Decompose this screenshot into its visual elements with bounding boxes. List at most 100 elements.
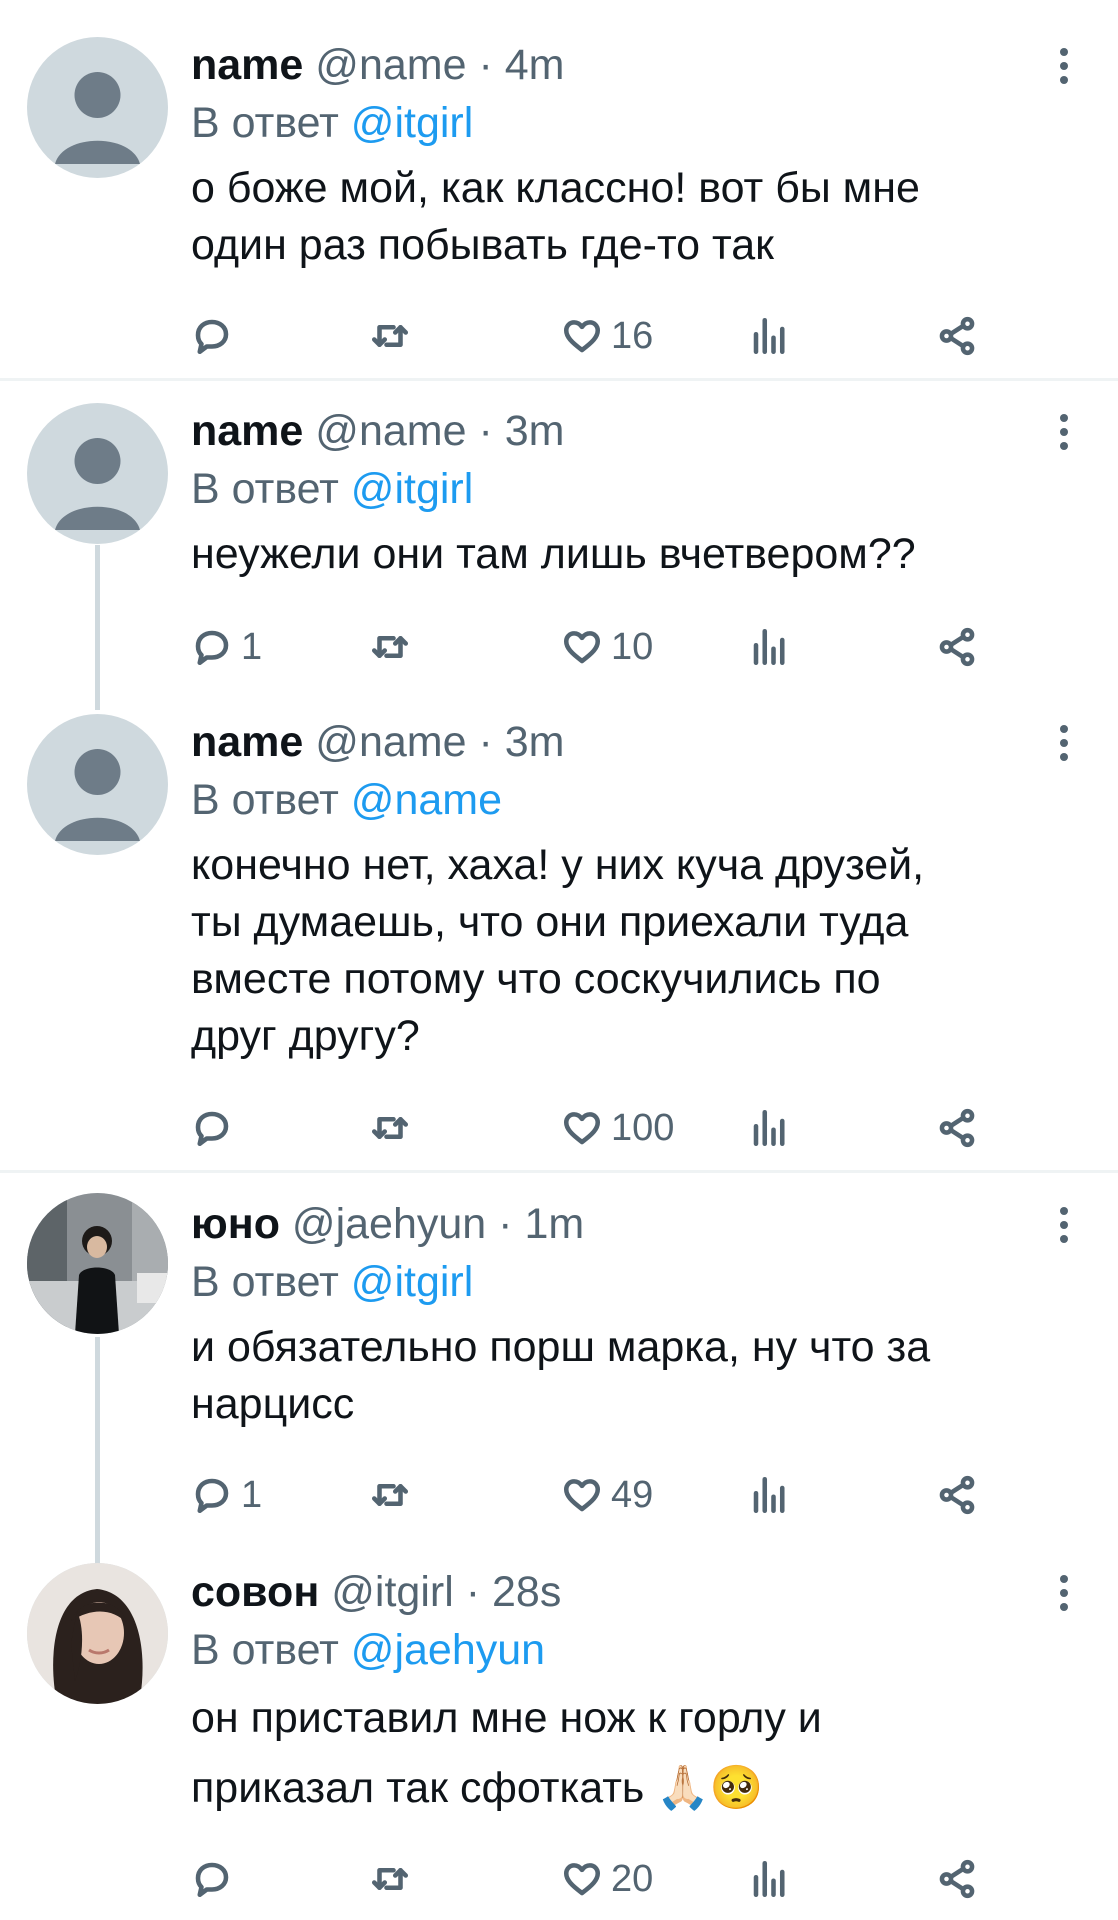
share-icon [939,316,975,356]
user-handle[interactable]: @name [315,718,466,766]
avatar-placeholder[interactable] [27,37,168,178]
timestamp[interactable]: 4m [505,41,565,89]
share-button[interactable] [936,622,978,672]
reply-prefix: В ответ [191,1626,339,1674]
display-name[interactable]: name [191,718,303,766]
more-vertical-icon[interactable] [1060,1575,1070,1617]
tweet-header: юно @jaehyun · 1m [191,1199,1058,1249]
reply-prefix: В ответ [191,99,339,147]
like-button[interactable]: 10 [561,622,653,672]
like-button[interactable]: 100 [561,1103,674,1153]
more-vertical-icon[interactable] [1060,48,1070,90]
reply-prefix: В ответ [191,465,339,513]
reply-mention[interactable]: @itgirl [351,1258,474,1306]
reply-button[interactable]: 1 [191,622,262,672]
tweet-text-line: о боже мой, как классно! вот бы мне [191,164,920,212]
reply-mention[interactable]: @itgirl [351,99,474,147]
share-button[interactable] [936,1470,978,1520]
like-count: 10 [611,625,654,668]
bar-chart-icon [753,628,785,666]
reply-context: В ответ @name [191,775,1058,825]
retweet-button[interactable] [369,1103,419,1153]
user-handle[interactable]: @jaehyun [292,1200,486,1248]
user-handle[interactable]: @itgirl [331,1568,454,1616]
display-name[interactable]: юно [191,1200,280,1248]
share-button[interactable] [936,311,978,361]
reply-mention[interactable]: @jaehyun [351,1626,545,1674]
reply-icon [195,1862,229,1898]
retweet-button[interactable] [369,1854,419,1904]
timestamp[interactable]: 28s [492,1568,561,1616]
retweet-button[interactable] [369,311,419,361]
retweet-icon [371,635,409,659]
share-button[interactable] [936,1103,978,1153]
avatar-placeholder[interactable] [27,714,168,855]
reply-mention[interactable]: @name [351,776,502,824]
reply-icon [195,319,229,355]
action-bar: 100 [191,1103,991,1153]
retweet-button[interactable] [369,1470,419,1520]
reply-icon [195,1478,229,1514]
tweet-text-line: он приставил мне нож к горлу и [191,1694,822,1742]
more-vertical-icon[interactable] [1060,725,1070,767]
views-button[interactable] [749,1854,791,1904]
tweet-text: и обязательно порш марка, ну что за нарц… [191,1319,1058,1433]
tweet-text-line: конечно нет, хаха! у них куча друзей, [191,841,925,889]
reply-count: 1 [241,625,263,668]
timestamp[interactable]: 1m [524,1200,584,1248]
retweet-icon [371,1867,409,1891]
separator-dot: · [478,407,493,455]
views-button[interactable] [749,311,791,361]
retweet-icon [371,324,409,348]
tweet-header: совон @itgirl · 28s [191,1567,1058,1617]
reply-button[interactable]: 1 [191,1470,262,1520]
reply-button[interactable] [191,311,241,361]
heart-icon [563,320,601,353]
like-count: 20 [611,1857,654,1900]
reply-button[interactable] [191,1854,241,1904]
share-icon [939,1108,975,1148]
bar-chart-icon [753,317,785,355]
more-vertical-icon[interactable] [1060,1207,1070,1249]
share-icon [939,1859,975,1899]
views-button[interactable] [749,622,791,672]
tweet-header: name @name · 3m [191,406,1058,456]
avatar-photo[interactable] [27,1563,168,1704]
reply-icon [195,1111,229,1147]
like-button[interactable]: 49 [561,1470,653,1520]
heart-icon [563,1479,601,1512]
like-count: 49 [611,1473,654,1516]
tweet-text: он приставил мне нож к горлу и приказал … [191,1683,1058,1823]
heart-icon [563,1112,601,1145]
user-handle[interactable]: @name [315,407,466,455]
timestamp[interactable]: 3m [505,407,565,455]
action-bar: 16 [191,311,991,361]
tweet-text-line: неужели они там лишь вчетвером?? [191,530,916,578]
timestamp[interactable]: 3m [505,718,565,766]
reply-button[interactable] [191,1103,241,1153]
avatar-placeholder[interactable] [27,403,168,544]
views-button[interactable] [749,1470,791,1520]
tweet-text-line: вместе потому что соскучились по [191,955,881,1003]
reply-mention[interactable]: @itgirl [351,465,474,513]
tweet-text-line: нарцисс [191,1380,355,1428]
separator-dot: · [478,41,493,89]
user-handle[interactable]: @name [315,41,466,89]
more-vertical-icon[interactable] [1060,414,1070,456]
like-button[interactable]: 20 [561,1854,653,1904]
like-button[interactable]: 16 [561,311,653,361]
like-count: 100 [611,1106,675,1149]
avatar-photo[interactable] [27,1193,168,1334]
display-name[interactable]: name [191,41,303,89]
views-button[interactable] [749,1103,791,1153]
tweet-header: name @name · 3m [191,717,1058,767]
thread-line [95,545,100,710]
tweet-text-line: друг другу? [191,1012,420,1060]
display-name[interactable]: name [191,407,303,455]
reply-prefix: В ответ [191,1258,339,1306]
display-name[interactable]: совон [191,1568,319,1616]
tweet-text-line: и обязательно порш марка, ну что за [191,1323,931,1371]
retweet-button[interactable] [369,622,419,672]
share-button[interactable] [936,1854,978,1904]
tweet-divider [0,1170,1118,1173]
